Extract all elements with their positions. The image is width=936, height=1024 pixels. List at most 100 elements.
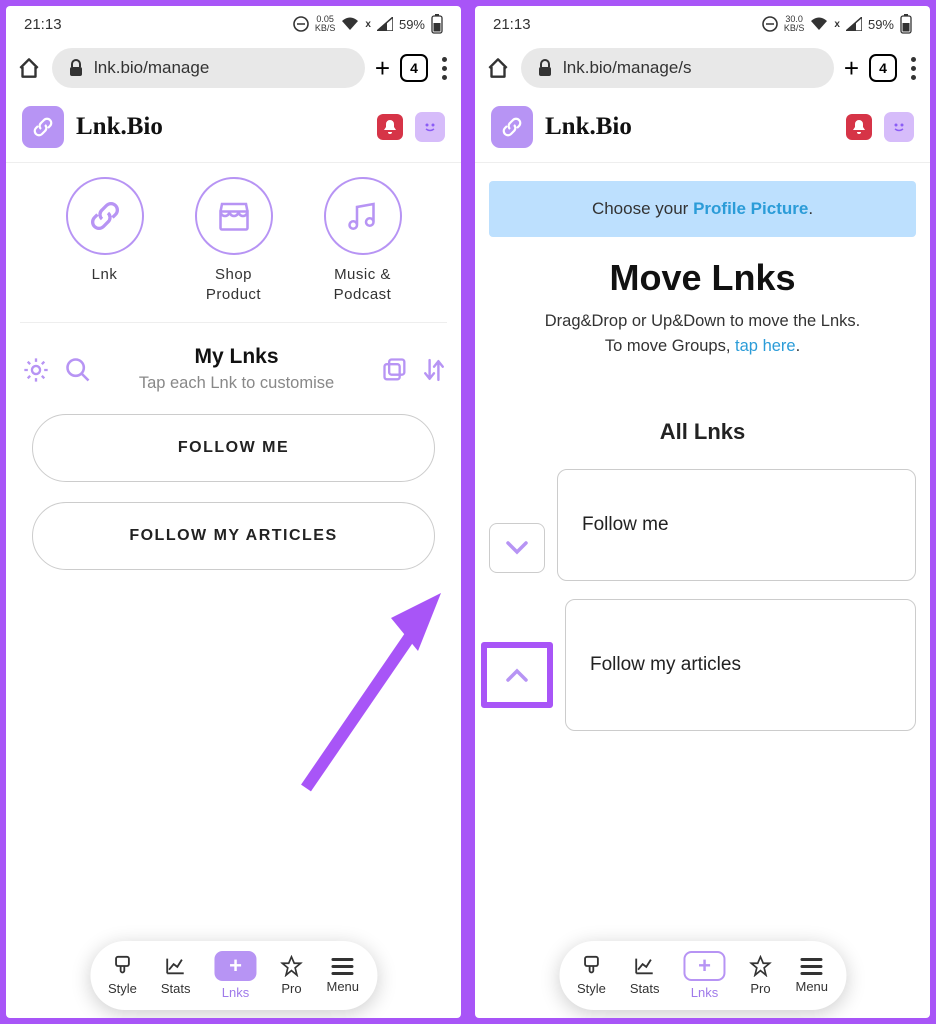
link-icon [500, 115, 524, 139]
search-icon[interactable] [64, 356, 92, 384]
link-card-follow-articles[interactable]: Follow my articles [565, 599, 916, 731]
chart-icon [634, 955, 656, 977]
move-groups-link[interactable]: tap here [735, 337, 796, 355]
app-header: Lnk.Bio [6, 96, 461, 163]
bottom-nav: Style Stats +Lnks Pro Menu [90, 941, 377, 1010]
move-links-subtitle: Drag&Drop or Up&Down to move the Lnks. T… [475, 309, 930, 359]
home-icon[interactable] [16, 55, 42, 81]
brand-name: Lnk.Bio [545, 113, 834, 141]
all-links-title: All Lnks [475, 419, 930, 445]
link-follow-articles[interactable]: FOLLOW MY ARTICLES [32, 502, 435, 570]
nav-style[interactable]: Style [577, 955, 606, 996]
link-icon [87, 198, 123, 234]
profile-picture-banner[interactable]: Choose your Profile Picture. [489, 181, 916, 237]
my-links-title: My Lnks [106, 345, 367, 369]
battery-icon [900, 14, 912, 34]
nav-lnks[interactable]: +Lnks [684, 951, 726, 1000]
url-text: lnk.bio/manage/s [563, 58, 692, 78]
notification-badge[interactable] [846, 114, 872, 140]
app-header: Lnk.Bio [475, 96, 930, 163]
plus-icon: + [229, 953, 242, 979]
lock-icon [68, 59, 84, 77]
shop-icon [216, 198, 252, 234]
nav-menu[interactable]: Menu [327, 958, 360, 994]
nav-stats[interactable]: Stats [161, 955, 191, 996]
app-logo[interactable] [491, 106, 533, 148]
feedback-icon[interactable] [884, 112, 914, 142]
bell-icon [852, 119, 866, 135]
status-time: 21:13 [493, 16, 531, 33]
menu-kebab-icon[interactable] [438, 57, 451, 80]
brush-icon [111, 955, 133, 977]
status-icons: 0.05KB/S x 59% [293, 14, 443, 34]
battery-pct: 59% [868, 17, 894, 32]
nav-style[interactable]: Style [108, 955, 137, 996]
status-bar: 21:13 30.0KB/S x 59% [475, 6, 930, 40]
phone-right: 21:13 30.0KB/S x 59% lnk.bio/manage/s + … [475, 6, 930, 1018]
tabs-button[interactable]: 4 [400, 54, 428, 82]
move-row-1: Follow me [475, 469, 930, 581]
content-area: Lnk Shop Product Music & Podcast My Lnks… [6, 163, 461, 1018]
app-logo[interactable] [22, 106, 64, 148]
category-music[interactable]: Music & Podcast [324, 177, 402, 304]
my-links-section: My Lnks Tap each Lnk to customise FOLLOW… [6, 323, 461, 570]
nav-menu[interactable]: Menu [796, 958, 829, 994]
wifi-icon [341, 17, 359, 31]
move-up-button-highlighted[interactable] [481, 642, 553, 708]
signal-icon [846, 17, 862, 31]
url-bar[interactable]: lnk.bio/manage [52, 48, 365, 88]
my-links-subtitle: Tap each Lnk to customise [106, 373, 367, 394]
link-follow-me[interactable]: FOLLOW ME [32, 414, 435, 482]
new-tab-icon[interactable]: + [844, 53, 859, 84]
category-shop[interactable]: Shop Product [195, 177, 273, 304]
chevron-down-icon [506, 541, 528, 555]
link-icon [31, 115, 55, 139]
chevron-up-icon [506, 668, 528, 682]
link-card-follow-me[interactable]: Follow me [557, 469, 916, 581]
status-icons: 30.0KB/S x 59% [762, 14, 912, 34]
browser-bar: lnk.bio/manage/s + 4 [475, 40, 930, 96]
brush-icon [580, 955, 602, 977]
hamburger-icon [801, 958, 823, 975]
brand-name: Lnk.Bio [76, 113, 365, 141]
signal-icon [377, 17, 393, 31]
content-area: Choose your Profile Picture. Move Lnks D… [475, 163, 930, 1018]
sort-icon[interactable] [423, 356, 445, 384]
profile-picture-link[interactable]: Profile Picture [693, 199, 808, 218]
music-icon [345, 198, 381, 234]
nav-pro[interactable]: Pro [750, 955, 772, 996]
bottom-nav: Style Stats +Lnks Pro Menu [559, 941, 846, 1010]
browser-bar: lnk.bio/manage + 4 [6, 40, 461, 96]
menu-kebab-icon[interactable] [907, 57, 920, 80]
battery-pct: 59% [399, 17, 425, 32]
nav-lnks[interactable]: +Lnks [215, 951, 257, 1000]
dnd-icon [762, 16, 778, 32]
status-time: 21:13 [24, 16, 62, 33]
annotation-arrow [286, 583, 456, 793]
tabs-button[interactable]: 4 [869, 54, 897, 82]
phone-left: 21:13 0.05KB/S x 59% lnk.bio/manage + 4 … [6, 6, 461, 1018]
star-icon [281, 955, 303, 977]
dnd-icon [293, 16, 309, 32]
new-tab-icon[interactable]: + [375, 53, 390, 84]
hamburger-icon [332, 958, 354, 975]
nav-pro[interactable]: Pro [281, 955, 303, 996]
feedback-icon[interactable] [415, 112, 445, 142]
category-lnk[interactable]: Lnk [66, 177, 144, 304]
url-text: lnk.bio/manage [94, 58, 209, 78]
move-down-button[interactable] [489, 523, 545, 573]
url-bar[interactable]: lnk.bio/manage/s [521, 48, 834, 88]
copy-icon[interactable] [381, 356, 409, 384]
chart-icon [165, 955, 187, 977]
bell-icon [383, 119, 397, 135]
home-icon[interactable] [485, 55, 511, 81]
move-links-title: Move Lnks [475, 257, 930, 299]
status-bar: 21:13 0.05KB/S x 59% [6, 6, 461, 40]
gear-icon[interactable] [22, 356, 50, 384]
lock-icon [537, 59, 553, 77]
category-row: Lnk Shop Product Music & Podcast [20, 163, 447, 323]
notification-badge[interactable] [377, 114, 403, 140]
star-icon [750, 955, 772, 977]
wifi-icon [810, 17, 828, 31]
nav-stats[interactable]: Stats [630, 955, 660, 996]
